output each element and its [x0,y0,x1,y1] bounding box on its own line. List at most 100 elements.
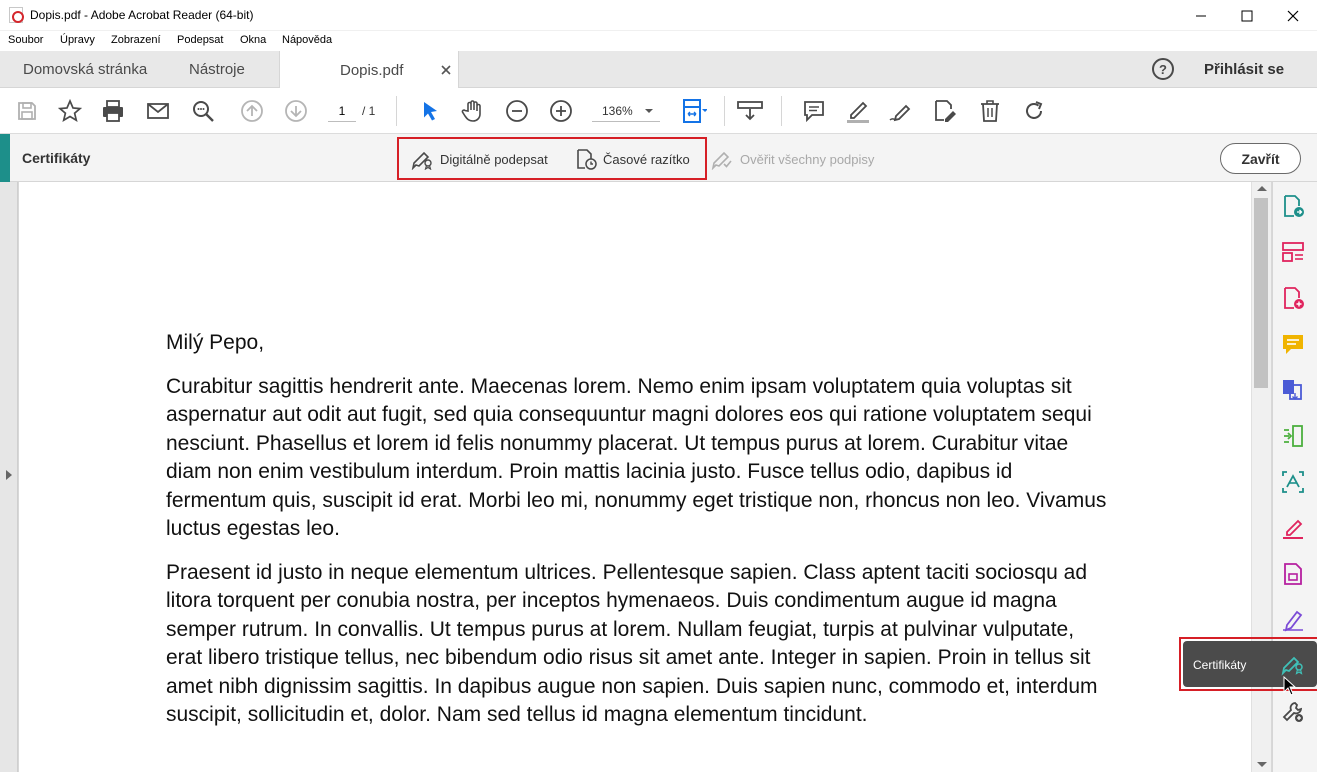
select-tool-button[interactable] [417,98,443,124]
print-icon [103,100,123,122]
toolbar-divider [781,96,782,126]
tab-document-label: Dopis.pdf [340,61,404,79]
save-button[interactable] [14,98,40,124]
tooltip-label: Certifikáty [1193,658,1247,672]
menu-soubor[interactable]: Soubor [8,34,43,46]
expand-left-panel-icon[interactable] [6,470,12,480]
maximize-button[interactable] [1224,0,1270,31]
timestamp-label: Časové razítko [603,151,690,167]
letter-paragraph-1: Curabitur sagittis hendrerit ante. Maece… [166,375,1107,541]
menu-okna[interactable]: Okna [240,34,266,46]
page-up-button[interactable] [239,98,265,124]
zoom-out-button[interactable] [504,98,530,124]
request-signature-tool[interactable] [1281,608,1305,632]
menu-upravy[interactable]: Úpravy [60,34,95,46]
page-down-button[interactable] [283,98,309,124]
scroll-mode-button[interactable] [737,98,763,124]
email-button[interactable] [145,98,171,124]
letter-greeting: Milý Pepo, [166,331,265,354]
signin-button[interactable]: Přihlásit se [1204,61,1284,78]
timestamp-button[interactable]: Časové razítko [575,148,690,170]
scan-enhance-tool[interactable] [1281,470,1305,494]
title-bar: Dopis.pdf - Adobe Acrobat Reader (64-bit… [0,0,1317,31]
protect-doc-icon [1284,563,1302,585]
create-pdf-icon [1284,287,1304,309]
close-certificates-button[interactable]: Zavřít [1220,143,1301,174]
protect-tool[interactable] [1281,562,1305,586]
delete-button[interactable] [977,98,1003,124]
tab-bar: Domovská stránka Nástroje Dopis.pdf [0,51,1317,89]
comment-icon [804,101,824,123]
hand-tool-button[interactable] [460,98,486,124]
highlight-button[interactable] [845,98,871,124]
highlight-pen-icon [847,101,869,123]
menu-podepsat[interactable]: Podepsat [177,34,223,46]
bookmark-star-icon [58,99,82,122]
close-window-button[interactable] [1270,0,1316,31]
bookmark-button[interactable] [57,98,83,124]
tab-close-icon[interactable] [440,64,452,76]
zoom-in-icon [550,100,572,122]
comment-tool[interactable] [1281,332,1305,356]
save-icon [18,102,36,120]
edit-text-icon [935,100,956,122]
close-icon [1287,10,1299,21]
letter-paragraph-2: Praesent id justo in neque elementum ult… [166,561,1098,727]
combine-files-icon [1283,380,1302,400]
toolbar-divider [724,96,725,126]
compress-tool[interactable] [1281,424,1305,448]
fit-page-icon [683,99,707,123]
fit-page-button[interactable] [681,98,707,124]
verify-pen-icon [711,151,732,170]
certificates-pen-icon [1281,656,1303,676]
hand-icon [461,100,481,122]
edit-text-button[interactable] [932,98,958,124]
more-tools-button[interactable] [1281,700,1305,724]
tab-document[interactable]: Dopis.pdf [279,51,459,89]
sign-digitally-label: Digitálně podepsat [440,151,548,167]
mouse-cursor-icon [1283,676,1297,696]
window-title: Dopis.pdf - Adobe Acrobat Reader (64-bit… [30,8,254,22]
help-icon[interactable]: ? [1152,58,1174,80]
organize-pages-tool[interactable] [1281,240,1305,264]
verify-signatures-label: Ověřit všechny podpisy [740,151,875,167]
zoom-chevron-down-icon[interactable] [644,107,654,115]
toolbar-divider [396,96,397,126]
compress-pages-icon [1284,425,1303,447]
more-tools-wrench-icon [1282,702,1303,722]
combine-files-tool[interactable] [1281,378,1305,402]
acrobat-app-icon [9,7,24,23]
scan-enhance-icon [1282,471,1304,493]
page-number-input[interactable] [328,100,356,122]
sign-icon [889,104,911,122]
search-button[interactable] [190,98,216,124]
rotate-button[interactable] [1021,98,1047,124]
menu-napoveda[interactable]: Nápověda [282,34,332,46]
certbar-title: Certifikáty [22,150,91,166]
maximize-icon [1241,10,1253,21]
minimize-icon [1196,15,1206,16]
fill-sign-tool[interactable] [1281,516,1305,540]
print-button[interactable] [100,98,126,124]
main-toolbar: / 1 136% [0,88,1317,134]
minimize-button[interactable] [1178,0,1224,31]
comment-button[interactable] [801,98,827,124]
tab-tools[interactable]: Nástroje [189,51,245,88]
menu-bar: Soubor Úpravy Zobrazení Podepsat Okna Ná… [0,31,1317,51]
scroll-down-arrow-icon[interactable] [1257,762,1267,767]
verify-signatures-button[interactable]: Ověřit všechny podpisy [710,148,874,170]
export-pdf-icon [1284,195,1304,217]
timestamp-clock-icon [577,149,597,170]
sign-button[interactable] [888,98,914,124]
scrollbar-thumb[interactable] [1254,198,1268,388]
zoom-in-button[interactable] [548,98,574,124]
menu-zobrazeni[interactable]: Zobrazení [111,34,161,46]
certificates-tool[interactable] [1280,651,1306,677]
sign-digitally-button[interactable]: Digitálně podepsat [410,148,548,170]
request-signature-icon [1283,610,1303,632]
zoom-out-icon [506,100,528,122]
create-pdf-tool[interactable] [1281,286,1305,310]
scroll-up-arrow-icon[interactable] [1257,186,1267,191]
export-pdf-tool[interactable] [1281,194,1305,218]
tab-home[interactable]: Domovská stránka [23,51,147,88]
